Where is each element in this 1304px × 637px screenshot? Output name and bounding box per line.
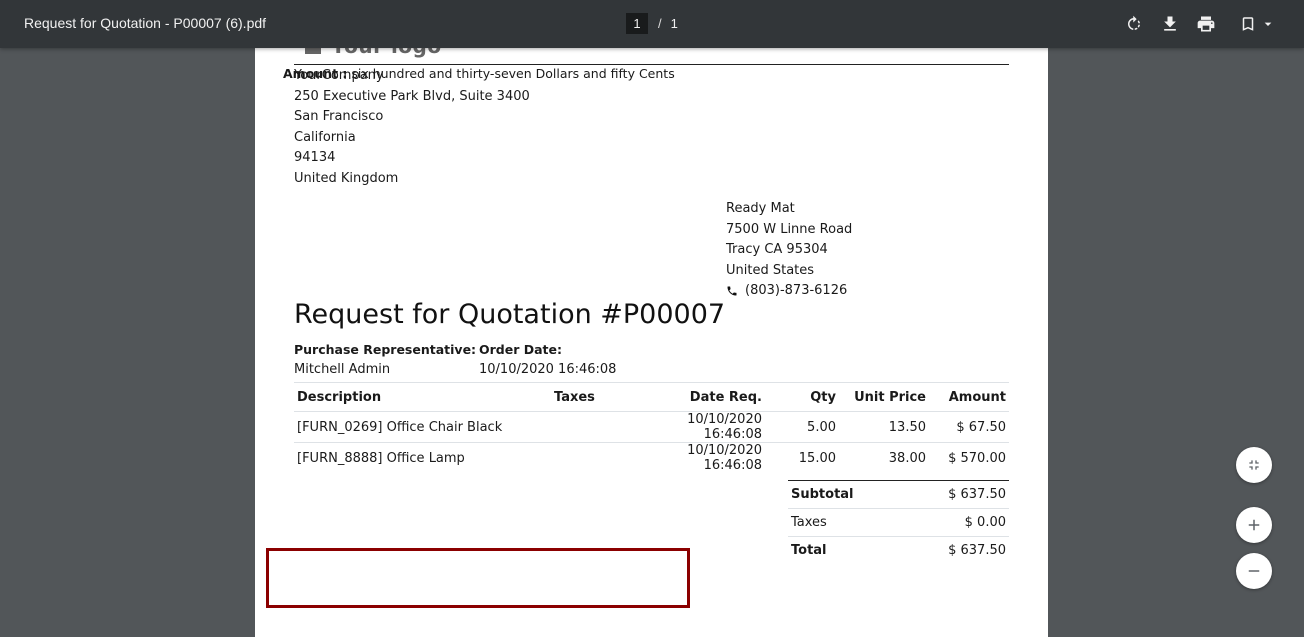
zoom-out-button[interactable]	[1236, 553, 1272, 589]
col-unit-price: Unit Price	[839, 382, 929, 412]
row-description: [FURN_0269] Office Chair Black	[294, 411, 551, 443]
totals-table: Subtotal $ 637.50 Taxes $ 0.00 Total $ 6…	[788, 480, 1009, 564]
purchase-rep-value: Mitchell Admin	[294, 362, 391, 377]
subtotal-row: Subtotal $ 637.50	[788, 480, 1009, 509]
row-date-req: 10/10/2020 16:46:08	[687, 443, 762, 473]
table-row: [FURN_0269] Office Chair Black 10/10/202…	[294, 411, 1009, 443]
company-city: San Francisco	[294, 109, 384, 124]
amount-in-words-highlight	[266, 548, 690, 608]
total-row: Total $ 637.50	[788, 536, 1009, 564]
fit-to-page-icon	[1249, 460, 1259, 470]
download-icon[interactable]	[1158, 12, 1182, 36]
zoom-out-icon	[1248, 570, 1260, 572]
vendor-city: Tracy CA 95304	[726, 242, 828, 257]
col-date-req: Date Req.	[631, 382, 765, 412]
phone-icon	[727, 286, 737, 296]
company-address: YourCompany 250 Executive Park Blvd, Sui…	[294, 66, 530, 189]
company-street: 250 Executive Park Blvd, Suite 3400	[294, 88, 530, 104]
row-unit-price: 38.00	[888, 450, 926, 466]
order-date-value: 10/10/2020 16:46:08	[479, 362, 617, 377]
subtotal-label: Subtotal	[788, 480, 903, 509]
purchase-rep-label: Purchase Representative:	[294, 342, 477, 357]
page-separator: /	[658, 16, 662, 31]
table-header-row: Description Taxes Date Req. Qty Unit Pri…	[294, 382, 1009, 412]
row-amount: $ 570.00	[948, 450, 1006, 466]
logo-icon	[305, 48, 321, 54]
amount-words-value: six hundred and thirty-seven Dollars and…	[351, 66, 675, 81]
document-heading: Request for Quotation #P00007	[294, 299, 726, 330]
row-qty: 5.00	[765, 411, 839, 443]
vendor-name: Ready Mat	[726, 201, 795, 216]
document-title: Request for Quotation - P00007 (6).pdf	[24, 15, 267, 31]
page-indicator: 1 / 1	[626, 13, 678, 34]
fit-to-page-button[interactable]	[1236, 447, 1272, 483]
logo-text: Your logo	[331, 48, 442, 58]
taxes-row: Taxes $ 0.00	[788, 508, 1009, 537]
company-state: California	[294, 129, 356, 145]
col-taxes: Taxes	[551, 382, 631, 412]
pdf-page: Your logo YourCompany 250 Executive Park…	[255, 48, 1048, 637]
total-pages: 1	[670, 16, 678, 31]
vendor-address: Ready Mat 7500 W Linne Road Tracy CA 953…	[726, 199, 852, 302]
amount-in-words: Amount : six hundred and thirty-seven Do…	[283, 66, 675, 81]
taxes-label: Taxes	[788, 508, 903, 537]
row-description: [FURN_8888] Office Lamp	[297, 450, 465, 466]
zoom-in-button[interactable]	[1236, 507, 1272, 543]
amount-words-label: Amount :	[283, 66, 348, 81]
row-qty: 15.00	[798, 450, 836, 466]
zoom-in-icon	[1248, 519, 1260, 531]
row-amount: $ 67.50	[929, 411, 1009, 443]
order-date-label: Order Date:	[479, 342, 562, 357]
order-lines-table: Description Taxes Date Req. Qty Unit Pri…	[294, 382, 1009, 473]
subtotal-value: $ 637.50	[902, 480, 1009, 509]
company-logo: Your logo	[305, 48, 442, 58]
total-value: $ 637.50	[902, 536, 1009, 564]
header-divider	[294, 64, 1009, 65]
company-zip: 94134	[294, 150, 336, 165]
vendor-country: United States	[726, 262, 815, 278]
vendor-street: 7500 W Linne Road	[726, 221, 853, 237]
row-date-req: 10/10/2020 16:46:08	[631, 411, 765, 443]
col-qty: Qty	[765, 382, 839, 412]
row-taxes	[551, 443, 631, 474]
total-label: Total	[788, 536, 903, 564]
dropdown-arrow-icon[interactable]	[1256, 12, 1280, 36]
rotate-icon[interactable]	[1122, 12, 1146, 36]
print-icon[interactable]	[1194, 12, 1218, 36]
vendor-phone-line: (803)-873-6126	[726, 281, 852, 302]
pdf-toolbar: Request for Quotation - P00007 (6).pdf 1…	[0, 0, 1304, 48]
company-country: United Kingdom	[294, 170, 399, 186]
taxes-value: $ 0.00	[902, 508, 1009, 537]
row-taxes	[551, 411, 631, 443]
col-amount: Amount	[929, 382, 1009, 412]
vendor-phone: (803)-873-6126	[745, 283, 848, 298]
table-row: [FURN_8888] Office Lamp 10/10/2020 16:46…	[294, 443, 1009, 474]
row-unit-price: 13.50	[839, 411, 929, 443]
col-description: Description	[294, 382, 551, 412]
page-number-input[interactable]: 1	[626, 13, 648, 34]
